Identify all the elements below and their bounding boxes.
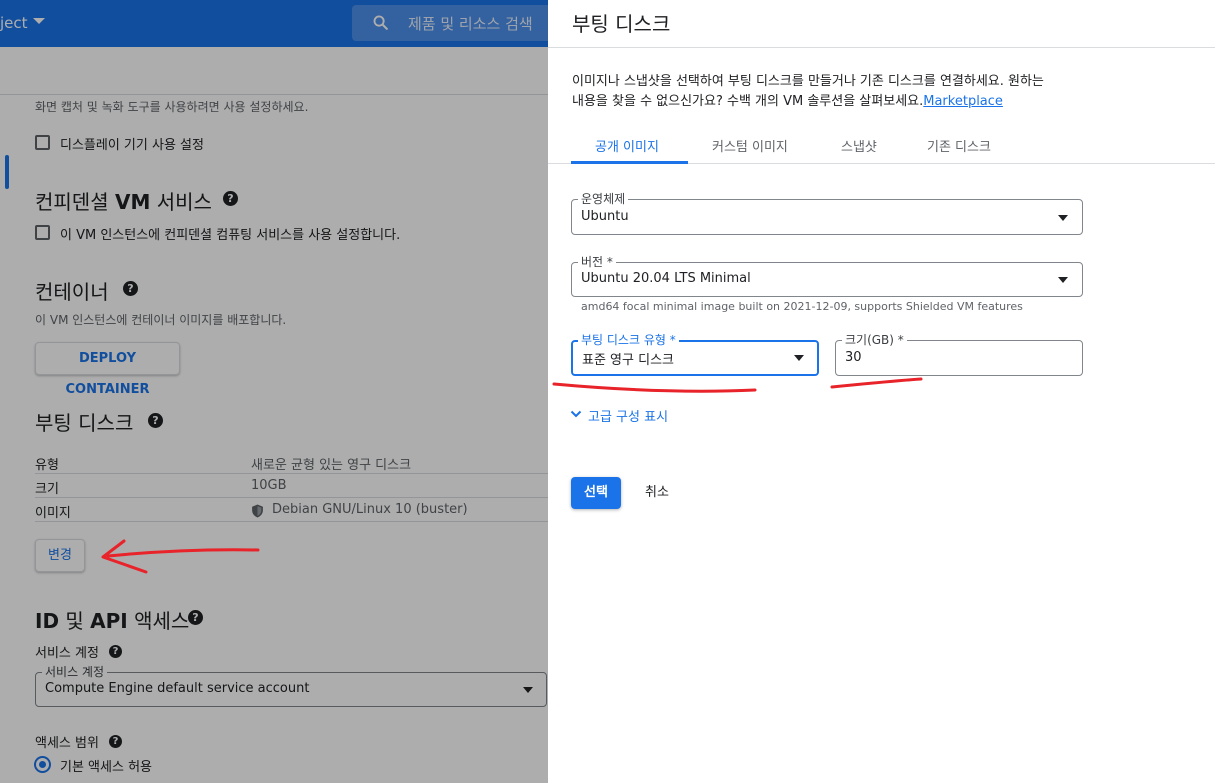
- help-icon[interactable]: ?: [148, 413, 163, 428]
- access-scope-heading: 액세스 범위: [35, 736, 99, 751]
- table-key: 이미지: [35, 506, 71, 521]
- disk-type-label: 부팅 디스크 유형 *: [578, 333, 679, 347]
- heading-text: 컨피덴셜: [35, 190, 115, 214]
- background-page: ject 제품 및 리소스 검색 화면 캡처 및 녹화 도구를 사용하려면 사용…: [0, 0, 548, 783]
- shield-icon: [252, 504, 263, 518]
- display-hint: 화면 캡처 및 녹화 도구를 사용하려면 사용 설정하세요.: [35, 100, 309, 114]
- image-source-tabs: 공개 이미지 커스텀 이미지 스냅샷 기존 디스크: [548, 128, 1215, 164]
- panel-title: 부팅 디스크: [572, 12, 671, 36]
- confidential-vm-label: 이 VM 인스턴스에 컨피덴셜 컴퓨팅 서비스를 사용 설정합니다.: [60, 228, 401, 243]
- help-icon[interactable]: ?: [109, 735, 122, 748]
- service-account-value: Compute Engine default service account: [45, 681, 310, 696]
- tab-snapshots[interactable]: 스냅샷: [841, 136, 877, 155]
- heading-text-bold: ID: [35, 609, 60, 633]
- version-label: 버전 *: [578, 255, 616, 269]
- description-line: 내용을 찾을 수 없으신가요? 수백 개의 VM 솔루션을 살펴보세요.Mark…: [572, 92, 1044, 112]
- nav-active-indicator: [5, 155, 9, 189]
- table-value: 새로운 균형 있는 영구 디스크: [251, 458, 412, 473]
- help-icon[interactable]: ?: [223, 191, 238, 206]
- service-account-heading: 서비스 계정: [35, 646, 99, 661]
- default-access-label: 기본 액세스 허용: [60, 760, 152, 775]
- version-value: Ubuntu 20.04 LTS Minimal: [581, 271, 751, 286]
- table-key: 크기: [35, 482, 59, 497]
- dropdown-arrow-icon: [1058, 215, 1068, 221]
- confidential-vm-checkbox[interactable]: [35, 225, 50, 240]
- divider: [548, 47, 1215, 48]
- container-description: 이 VM 인스턴스에 컨테이너 이미지를 배포합니다.: [35, 313, 287, 327]
- boot-disk-panel: 부팅 디스크 이미지나 스냅샷을 선택하여 부팅 디스크를 만들거나 기존 디스…: [548, 0, 1215, 783]
- table-value: Debian GNU/Linux 10 (buster): [272, 502, 468, 517]
- service-account-select[interactable]: 서비스 계정 Compute Engine default service ac…: [35, 665, 547, 707]
- active-tab-indicator: [571, 161, 688, 164]
- boot-disk-type-select[interactable]: 부팅 디스크 유형 * 표준 영구 디스크: [571, 333, 819, 376]
- help-icon[interactable]: ?: [109, 645, 122, 658]
- identity-api-heading: ID 및 API 액세스: [35, 605, 189, 634]
- table-row: 크기 10GB: [35, 474, 548, 498]
- description-line: 이미지나 스냅샷을 선택하여 부팅 디스크를 만들거나 기존 디스크를 연결하세…: [572, 74, 1044, 89]
- os-value: Ubuntu: [581, 209, 629, 224]
- boot-disk-heading: 부팅 디스크: [35, 411, 134, 435]
- heading-text: 서비스: [150, 190, 212, 214]
- search-icon: [373, 15, 388, 30]
- dropdown-arrow-icon: [523, 687, 533, 693]
- panel-description: 이미지나 스냅샷을 선택하여 부팅 디스크를 만들거나 기존 디스크를 연결하세…: [572, 72, 1044, 112]
- default-access-radio[interactable]: [34, 756, 51, 773]
- description-text: 내용을 찾을 수 없으신가요? 수백 개의 VM 솔루션을 살펴보세요.: [572, 94, 924, 109]
- heading-text-bold: API: [90, 609, 128, 633]
- size-value: 30: [845, 350, 862, 365]
- table-key: 유형: [35, 458, 59, 473]
- display-device-checkbox[interactable]: [35, 135, 50, 150]
- advanced-config-label: 고급 구성 표시: [588, 410, 669, 425]
- tab-existing-disks[interactable]: 기존 디스크: [927, 136, 991, 155]
- heading-text-bold: VM: [114, 190, 151, 214]
- heading-text: 및: [59, 609, 91, 633]
- search-bar[interactable]: 제품 및 리소스 검색: [352, 5, 548, 41]
- version-hint: amd64 focal minimal image built on 2021-…: [581, 300, 1023, 313]
- tab-custom-images[interactable]: 커스텀 이미지: [712, 136, 788, 155]
- os-label: 운영체제: [578, 192, 629, 206]
- table-value: 10GB: [251, 478, 287, 493]
- table-row: 유형 새로운 균형 있는 영구 디스크: [35, 450, 548, 474]
- help-icon[interactable]: ?: [188, 610, 203, 625]
- container-heading: 컨테이너: [35, 280, 109, 304]
- size-label: 크기(GB) *: [842, 333, 907, 347]
- heading-text: 액세스: [127, 609, 190, 633]
- os-select[interactable]: 운영체제 Ubuntu: [571, 192, 1083, 235]
- dropdown-arrow-icon: [1058, 277, 1068, 283]
- toolbar: [0, 47, 548, 95]
- help-icon[interactable]: ?: [123, 281, 138, 296]
- project-name[interactable]: ject: [0, 14, 28, 32]
- search-placeholder: 제품 및 리소스 검색: [408, 15, 533, 33]
- service-account-field-label: 서비스 계정: [42, 665, 108, 679]
- deploy-container-button[interactable]: DEPLOY CONTAINER: [35, 342, 180, 397]
- display-device-label: 디스플레이 기기 사용 설정: [60, 138, 204, 153]
- select-button[interactable]: 선택: [571, 477, 621, 509]
- table-row: 이미지 Debian GNU/Linux 10 (buster): [35, 498, 548, 522]
- confidential-vm-heading: 컨피덴셜 VM 서비스: [35, 186, 212, 215]
- marketplace-link[interactable]: Marketplace: [923, 94, 1003, 109]
- disk-size-input[interactable]: 크기(GB) * 30: [835, 333, 1083, 376]
- version-select[interactable]: 버전 * Ubuntu 20.04 LTS Minimal: [571, 255, 1083, 297]
- chevron-down-icon: [570, 410, 582, 418]
- disk-type-value: 표준 영구 디스크: [582, 353, 674, 368]
- dropdown-arrow-icon: [794, 355, 804, 361]
- cancel-button[interactable]: 취소: [634, 477, 680, 509]
- top-app-bar: ject 제품 및 리소스 검색: [0, 0, 548, 47]
- chevron-down-icon[interactable]: [33, 18, 45, 24]
- tab-public-images[interactable]: 공개 이미지: [595, 136, 659, 155]
- change-boot-disk-button[interactable]: 변경: [35, 539, 85, 572]
